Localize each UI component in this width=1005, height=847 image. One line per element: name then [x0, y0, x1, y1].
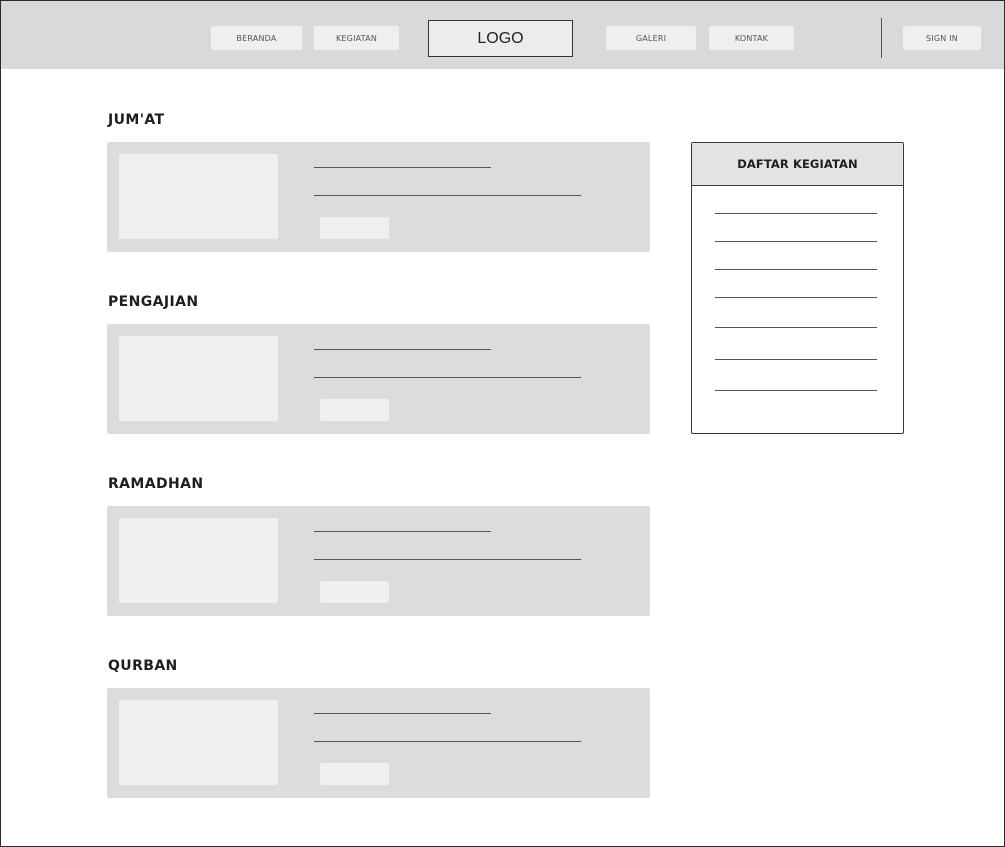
nav-beranda-button[interactable]: BERANDA — [211, 26, 302, 50]
card-text-line — [314, 377, 581, 378]
list-item[interactable] — [715, 269, 877, 270]
card-button[interactable] — [320, 581, 389, 603]
card-image-placeholder — [119, 154, 278, 239]
card-text-line — [314, 559, 581, 560]
card-title-line — [314, 531, 491, 532]
list-item[interactable] — [715, 213, 877, 214]
sign-in-button[interactable]: SIGN IN — [903, 26, 981, 50]
activity-card-ramadhan — [107, 506, 650, 616]
panel-title: DAFTAR KEGIATAN — [692, 143, 903, 186]
card-button[interactable] — [320, 217, 389, 239]
card-image-placeholder — [119, 700, 278, 785]
card-button[interactable] — [320, 399, 389, 421]
card-title-line — [314, 713, 491, 714]
list-item[interactable] — [715, 359, 877, 360]
logo[interactable]: LOGO — [428, 20, 573, 57]
activity-list-panel: DAFTAR KEGIATAN — [691, 142, 904, 434]
list-item[interactable] — [715, 297, 877, 298]
card-title-line — [314, 167, 491, 168]
section-title-jumat: JUM'AT — [108, 112, 165, 128]
card-title-line — [314, 349, 491, 350]
activity-card-pengajian — [107, 324, 650, 434]
nav-galeri-button[interactable]: GALERI — [606, 26, 696, 50]
card-text-line — [314, 195, 581, 196]
nav-kontak-button[interactable]: KONTAK — [709, 26, 794, 50]
card-image-placeholder — [119, 336, 278, 421]
card-button[interactable] — [320, 763, 389, 785]
top-navbar: BERANDA KEGIATAN LOGO GALERI KONTAK SIGN… — [1, 1, 1004, 69]
activity-card-qurban — [107, 688, 650, 798]
section-title-pengajian: PENGAJIAN — [108, 294, 199, 310]
nav-divider — [881, 18, 882, 58]
card-image-placeholder — [119, 518, 278, 603]
nav-kegiatan-button[interactable]: KEGIATAN — [314, 26, 399, 50]
section-title-ramadhan: RAMADHAN — [108, 476, 204, 492]
activity-card-jumat — [107, 142, 650, 252]
list-item[interactable] — [715, 327, 877, 328]
page-frame: BERANDA KEGIATAN LOGO GALERI KONTAK SIGN… — [0, 0, 1005, 847]
section-title-qurban: QURBAN — [108, 658, 178, 674]
card-text-line — [314, 741, 581, 742]
list-item[interactable] — [715, 241, 877, 242]
list-item[interactable] — [715, 390, 877, 391]
